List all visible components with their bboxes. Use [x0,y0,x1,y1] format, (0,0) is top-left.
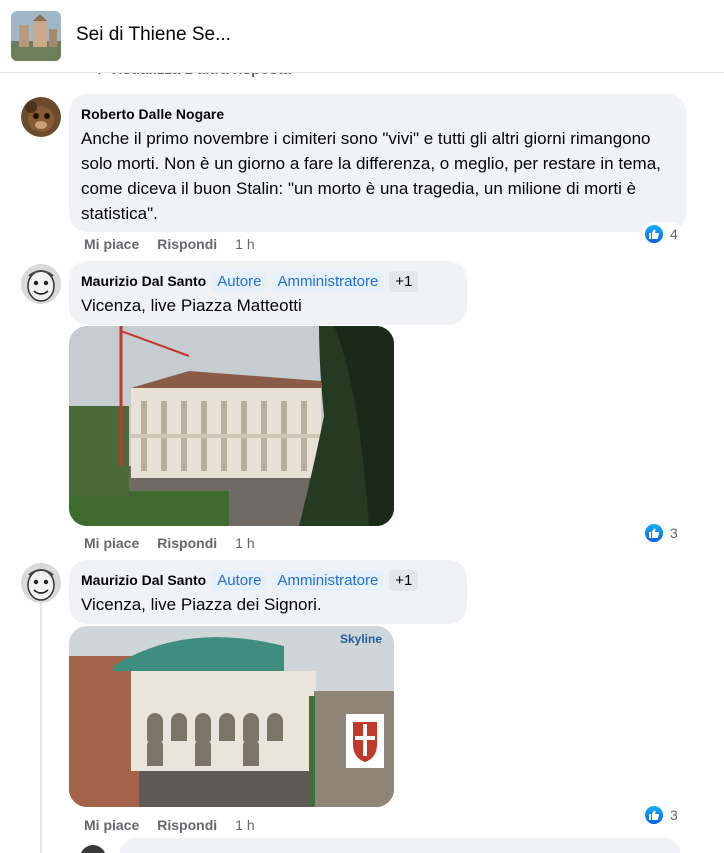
like-icon [643,223,665,245]
author-badge: Autore [212,270,267,292]
avatar[interactable] [80,845,106,853]
reaction-count[interactable]: 4 [642,222,682,246]
reply-button[interactable]: Rispondi [157,817,217,833]
comment-bubble: Roberto Dalle Nogare Anche il primo nove… [69,94,686,232]
comment-photo-piazza-matteotti[interactable] [69,326,394,526]
avatar[interactable] [21,264,61,304]
reaction-count[interactable]: 3 [642,521,682,545]
comment-text: Vicenza, live Piazza Matteotti [81,296,302,315]
comment-text: Vicenza, live Piazza dei Signori. [81,595,322,614]
group-header: Sei di Thiene Se... [0,0,724,73]
comment-timestamp[interactable]: 1 h [235,236,254,252]
comment-actions: Mi piace Rispondi 1 h [84,535,255,551]
more-badges-button[interactable]: +1 [389,270,419,292]
comment-author[interactable]: Roberto Dalle Nogare [81,106,224,122]
comment-photo-piazza-dei-signori[interactable]: Skyline [69,626,394,807]
group-thumbnail[interactable] [11,11,61,61]
author-badge: Autore [212,569,267,591]
reaction-count[interactable]: 3 [642,803,682,827]
comment-text: Anche il primo novembre i cimiteri sono … [81,129,661,223]
reply-button[interactable]: Rispondi [157,236,217,252]
skyline-watermark: Skyline [339,632,382,646]
admin-badge: Amministratore [272,569,384,591]
admin-badge: Amministratore [272,270,384,292]
more-badges-button[interactable]: +1 [389,569,419,591]
comment-timestamp[interactable]: 1 h [235,817,254,833]
comment-bubble [120,838,680,853]
group-title[interactable]: Sei di Thiene Se... [76,24,231,46]
like-icon [643,804,665,826]
like-button[interactable]: Mi piace [84,817,139,833]
thread-connector-line [40,603,42,853]
like-button[interactable]: Mi piace [84,535,139,551]
comment-author[interactable]: Maurizio Dal Santo [81,572,206,588]
like-icon [643,522,665,544]
comment-actions: Mi piace Rispondi 1 h [84,236,255,252]
reply-button[interactable]: Rispondi [157,535,217,551]
comment-bubble: Maurizio Dal Santo Autore Amministratore… [69,560,467,624]
comment-timestamp[interactable]: 1 h [235,535,254,551]
avatar[interactable] [21,97,61,137]
comment-author[interactable]: Maurizio Dal Santo [81,273,206,289]
avatar[interactable] [21,563,61,603]
comment-actions: Mi piace Rispondi 1 h [84,817,255,833]
like-button[interactable]: Mi piace [84,236,139,252]
comment-bubble: Maurizio Dal Santo Autore Amministratore… [69,261,467,325]
